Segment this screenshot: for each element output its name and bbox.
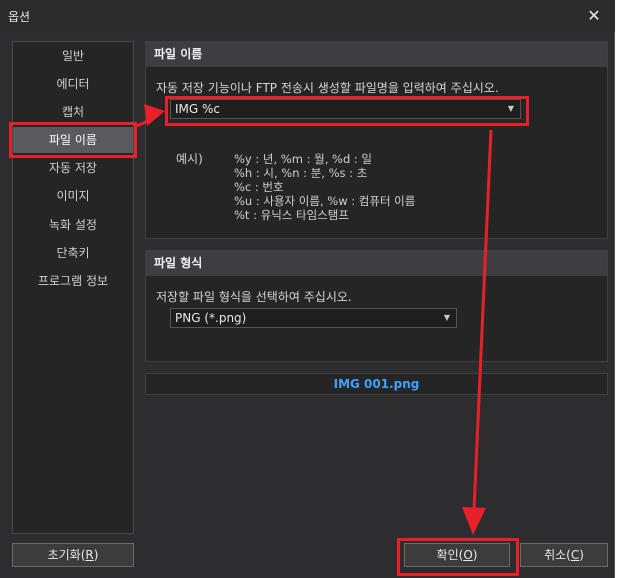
- arrow-head-sidebar: [144, 104, 165, 126]
- arrow-line-ok: [472, 129, 493, 511]
- arrow-head-ok: [462, 507, 486, 535]
- annotation-arrows: [136, 104, 493, 535]
